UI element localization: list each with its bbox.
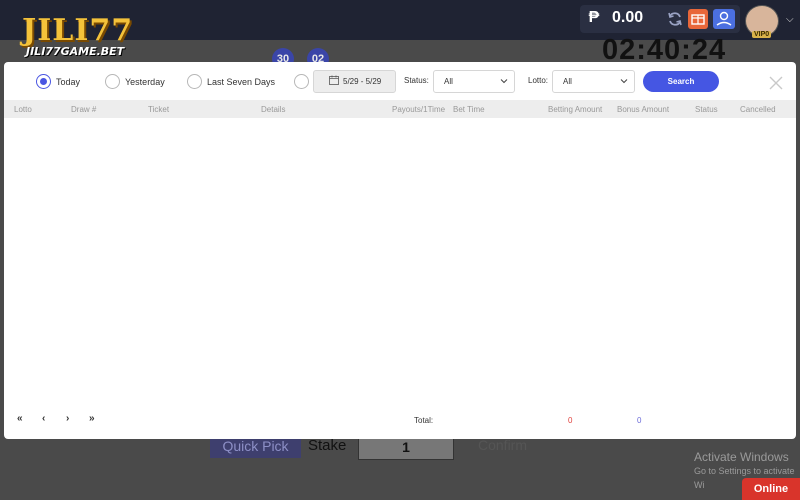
- status-label: Status:: [404, 76, 429, 85]
- chevron-down-icon: [620, 79, 628, 84]
- online-support-button[interactable]: Online: [742, 478, 800, 500]
- column-header-status: Status: [695, 105, 718, 114]
- radio-label: Yesterday: [125, 77, 165, 87]
- column-header-cancelled: Cancelled: [740, 105, 776, 114]
- column-header-payouts: Payouts/1Time: [392, 105, 446, 114]
- column-header-betting-amount: Betting Amount: [548, 105, 603, 114]
- logo-text: JILI77: [22, 13, 134, 48]
- lotto-label: Lotto:: [528, 76, 549, 85]
- status-value: All: [444, 77, 453, 86]
- first-page-button[interactable]: «: [17, 413, 23, 424]
- brand-logo[interactable]: JILI77 JILI77GAME.BET: [22, 16, 133, 58]
- date-range-picker[interactable]: 5/29 - 5/29: [313, 70, 396, 93]
- logo-subtext: JILI77GAME.BET: [26, 45, 125, 58]
- promotion-icon[interactable]: [688, 9, 708, 29]
- filter-bar: Today Yesterday Last Seven Days 5/29 - 5…: [4, 62, 796, 100]
- last-page-button[interactable]: »: [89, 413, 95, 424]
- radio-icon[interactable]: [294, 74, 309, 89]
- balance-amount: 0.00: [612, 9, 644, 26]
- calendar-icon: [329, 75, 339, 85]
- table-body-empty: [4, 118, 796, 400]
- radio-selected-icon[interactable]: [36, 74, 51, 89]
- column-header-details: Details: [261, 105, 286, 114]
- bet-history-modal: Today Yesterday Last Seven Days 5/29 - 5…: [4, 62, 796, 439]
- column-header-bet-time: Bet Time: [453, 105, 485, 114]
- total-betting-amount: 0: [568, 416, 573, 425]
- stake-label: Stake: [308, 437, 347, 454]
- lotto-value: All: [563, 77, 572, 86]
- refresh-icon[interactable]: [667, 11, 683, 27]
- lotto-select[interactable]: All: [552, 70, 635, 93]
- confirm-button[interactable]: Confirm: [478, 437, 527, 453]
- watermark-title: Activate Windows: [694, 450, 789, 464]
- date-range-value: 5/29 - 5/29: [343, 77, 382, 86]
- pagination-bar: « ‹ › » Total: 0 0: [4, 412, 796, 428]
- radio-label: Today: [56, 77, 81, 87]
- column-header-draw: Draw #: [71, 105, 97, 114]
- table-header: Lotto Draw # Ticket Details Payouts/1Tim…: [4, 100, 796, 118]
- search-button[interactable]: Search: [643, 71, 719, 92]
- next-page-button[interactable]: ›: [66, 413, 69, 424]
- column-header-lotto: Lotto: [14, 105, 32, 114]
- status-select[interactable]: All: [433, 70, 515, 93]
- column-header-bonus-amount: Bonus Amount: [617, 105, 670, 114]
- radio-icon[interactable]: [187, 74, 202, 89]
- total-label: Total:: [414, 416, 434, 425]
- chevron-down-icon: [500, 79, 508, 84]
- previous-page-button[interactable]: ‹: [42, 413, 45, 424]
- deposit-icon[interactable]: [713, 9, 735, 29]
- chevron-down-icon[interactable]: ⌵: [786, 14, 794, 25]
- radio-label: Last Seven Days: [207, 77, 276, 87]
- close-icon[interactable]: [768, 75, 784, 91]
- vip-badge: VIP0: [752, 31, 772, 38]
- peso-currency-icon: ₱: [588, 9, 600, 26]
- total-bonus-amount: 0: [637, 416, 642, 425]
- radio-icon[interactable]: [105, 74, 120, 89]
- column-header-ticket: Ticket: [148, 105, 170, 114]
